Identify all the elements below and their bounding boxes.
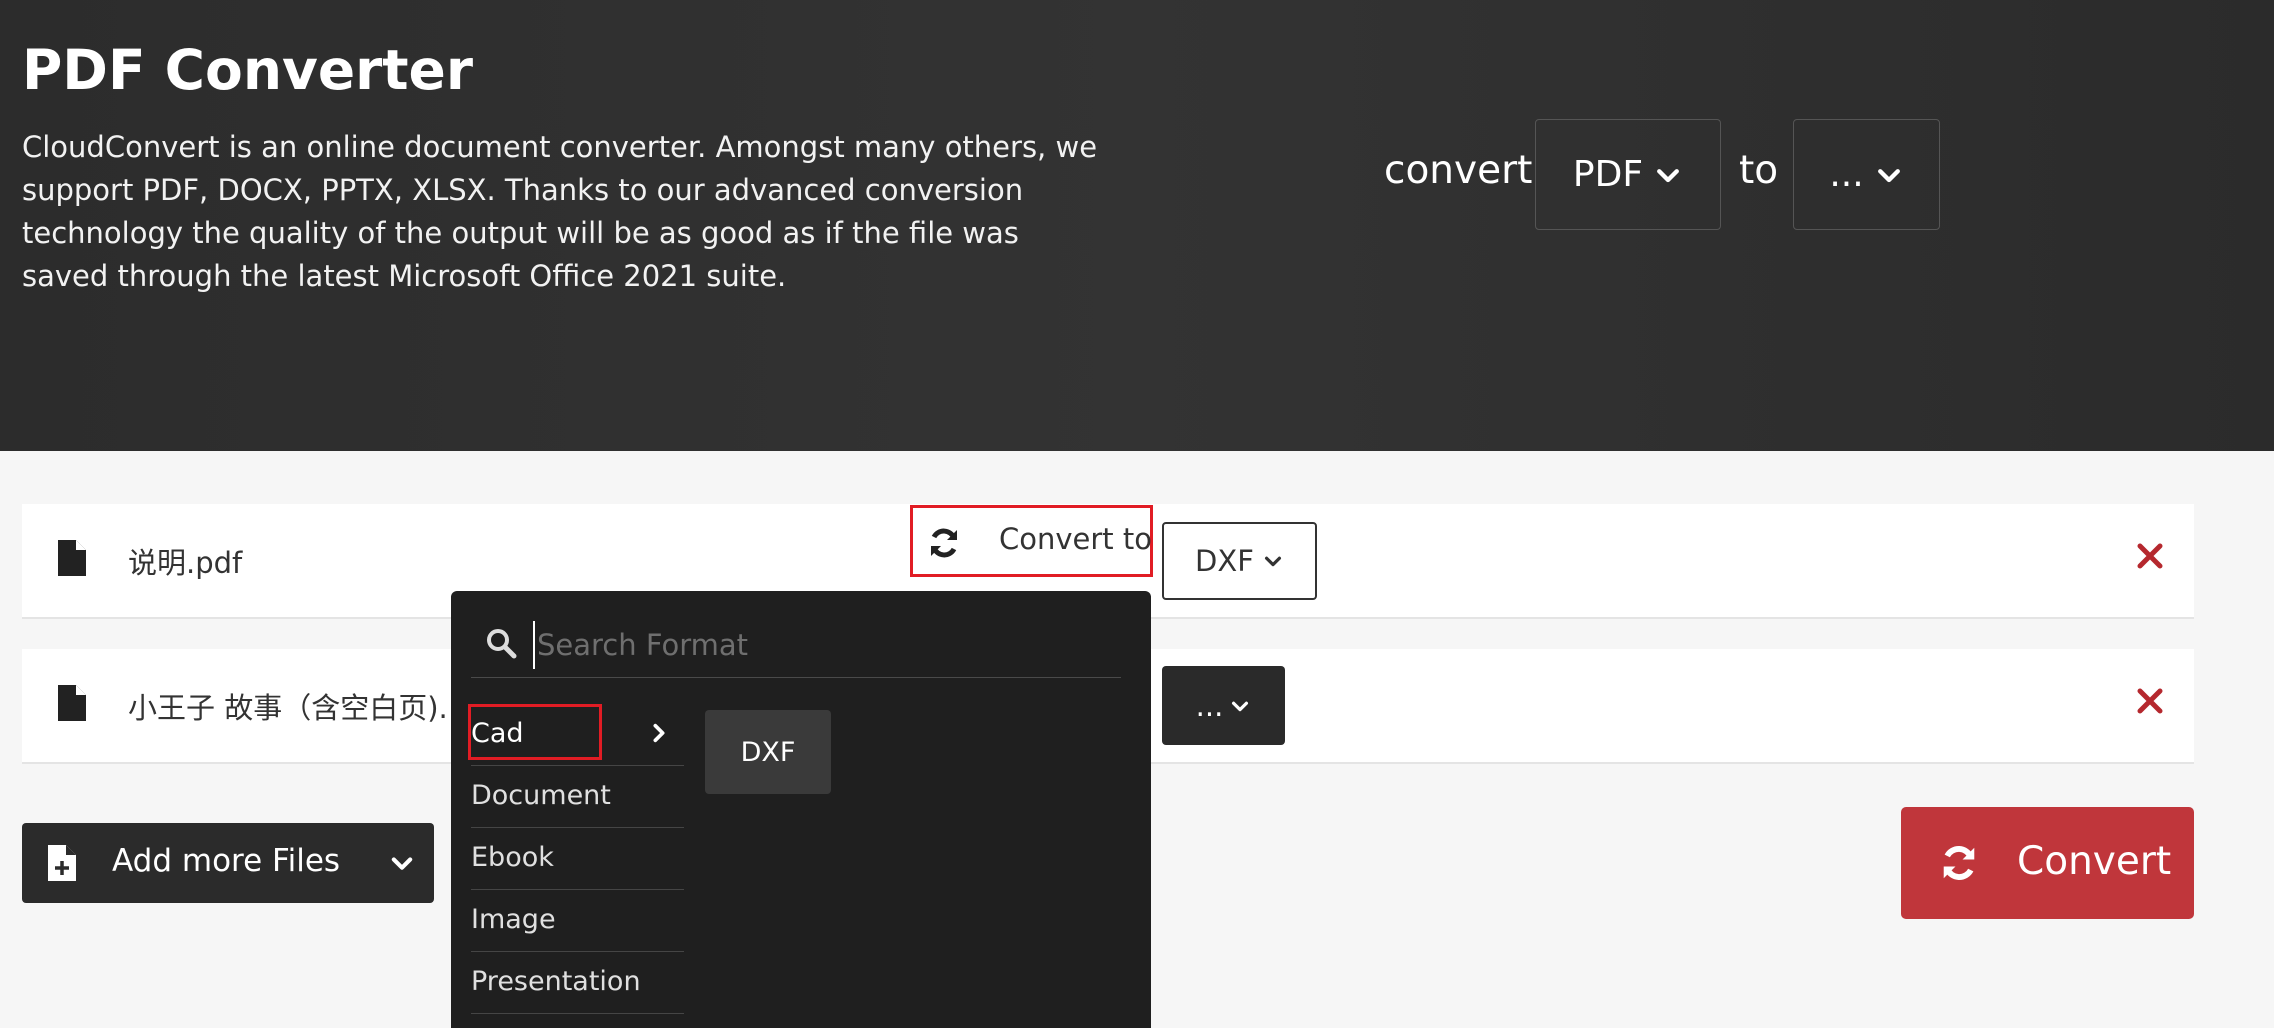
chevron-down-icon (1657, 168, 1679, 182)
chevron-down-icon (1232, 701, 1249, 711)
page-description: CloudConvert is an online document conve… (22, 130, 1098, 293)
format-search-input[interactable] (533, 621, 1099, 669)
file-icon (58, 540, 86, 576)
from-format-select[interactable]: PDF (1535, 119, 1721, 230)
format-option-dxf[interactable]: DXF (705, 710, 831, 794)
from-format-value: PDF (1572, 154, 1644, 195)
convert-to-label-box: Convert to (910, 505, 1153, 577)
search-icon (487, 629, 517, 659)
target-format-select[interactable]: DXF (1162, 522, 1317, 600)
chevron-down-icon (391, 857, 413, 870)
highlight-box (468, 704, 602, 760)
convert-to-label: Convert to (999, 522, 1153, 556)
category-list: Cad Document Ebook Image Presentation (468, 704, 684, 1014)
category-label: Presentation (471, 966, 641, 997)
add-more-files-label: Add more Files (112, 843, 341, 879)
format-search (471, 611, 1121, 678)
convert-button[interactable]: Convert (1901, 807, 2194, 919)
category-item-ebook[interactable]: Ebook (471, 828, 684, 890)
category-label: Document (471, 780, 611, 811)
category-item-image[interactable]: Image (471, 890, 684, 952)
add-more-files-button[interactable]: Add more Files (22, 823, 434, 903)
close-icon[interactable] (2130, 536, 2170, 576)
target-format-value: ... (1195, 688, 1224, 723)
to-format-select[interactable]: ... (1793, 119, 1940, 230)
chevron-down-icon (1264, 556, 1281, 567)
to-format-value: ... (1829, 154, 1864, 195)
category-item-document[interactable]: Document (471, 766, 684, 828)
file-icon (58, 685, 86, 721)
category-item-cad[interactable]: Cad (468, 704, 684, 766)
refresh-icon (931, 528, 957, 558)
format-dropdown: Cad Document Ebook Image Presentation (451, 591, 1151, 1028)
chevron-right-icon (653, 723, 665, 743)
category-label: Image (471, 904, 556, 935)
target-format-select[interactable]: ... (1162, 666, 1285, 745)
file-name: 说明.pdf (128, 546, 243, 580)
convert-word: convert (1384, 148, 1533, 193)
chevron-down-icon (1877, 168, 1900, 182)
close-icon[interactable] (2130, 681, 2170, 721)
refresh-icon (1943, 846, 1975, 880)
file-plus-icon (48, 845, 76, 881)
to-word: to (1739, 148, 1779, 193)
category-item-presentation[interactable]: Presentation (471, 952, 684, 1014)
category-label: Ebook (471, 842, 554, 873)
target-format-value: DXF (1195, 544, 1254, 578)
hero-banner: PDF Converter CloudConvert is an online … (0, 0, 2274, 451)
page-title: PDF Converter (22, 38, 473, 102)
file-name: 小王子 故事（含空白页). (128, 691, 448, 725)
convert-button-label: Convert (2017, 839, 2172, 884)
